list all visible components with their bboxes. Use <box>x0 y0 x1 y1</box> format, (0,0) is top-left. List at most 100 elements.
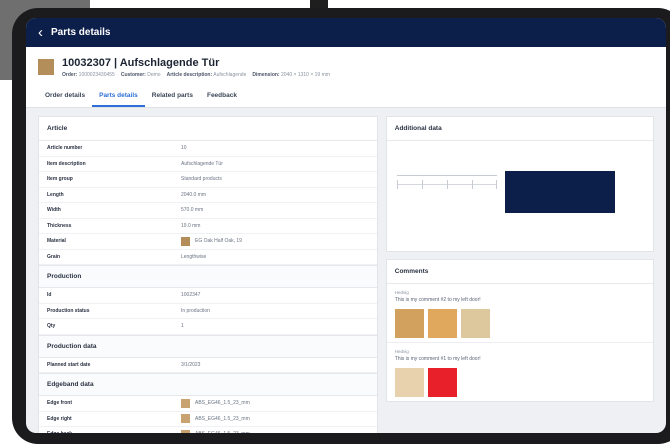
comment-image[interactable] <box>427 368 457 397</box>
meta-dimension: Dimension: 2040 × 1310 × 19 mm <box>252 72 330 78</box>
detail-value: ABS_EG46_1.5_23_mm <box>181 429 250 433</box>
comments-list: Hedvig This is my comment #2 to my left d… <box>386 284 653 401</box>
detail-value-text: 1002347 <box>181 292 201 299</box>
part-preview-panel[interactable] <box>504 171 615 213</box>
chevron-left-icon[interactable]: ‹ <box>38 25 43 40</box>
detail-row: Item description Aufschlagende Tür <box>39 157 377 172</box>
detail-value-text: Standard products <box>181 176 222 183</box>
production-section-title: Production <box>39 265 377 288</box>
detail-row: Grain Lengthwise <box>39 250 377 265</box>
comment-text: This is my comment #2 to my left door! <box>394 297 481 303</box>
detail-label: Edge front <box>47 400 72 407</box>
detail-value-text: 10 <box>181 145 187 152</box>
dimension-tick <box>421 180 423 189</box>
detail-row: Article number 10 <box>39 141 377 157</box>
tab-related-parts[interactable]: Related parts <box>145 88 200 107</box>
detail-row: Material EG Oak Half Oak, 19 <box>39 234 377 250</box>
detail-value: ABS_EG46_1.5_23_mm <box>181 398 250 408</box>
detail-label: Grain <box>47 253 61 260</box>
comment-author: Hedvig <box>394 290 409 295</box>
production-data-section-title: Production data <box>39 334 377 358</box>
detail-label: Production status <box>47 307 90 314</box>
part-header: 10032307 | Aufschlagende Tür Order: 1000… <box>26 47 666 108</box>
additional-data-title: Additional data <box>386 117 653 141</box>
part-title: 10032307 | Aufschlagende Tür <box>62 57 220 69</box>
detail-value-text: Aufschlagende Tür <box>181 160 223 167</box>
material-swatch <box>181 414 190 424</box>
material-swatch <box>181 236 190 246</box>
app-screen: ‹ Parts details 10032307 | Aufschlagende… <box>26 18 666 433</box>
detail-value: ABS_EG46_1.5_23_mm <box>181 414 250 424</box>
topbar-title: Parts details <box>51 27 111 38</box>
detail-value-text: ABS_EG46_1.5_23_mm <box>195 415 250 422</box>
detail-label: Article number <box>47 145 83 152</box>
detail-value-text: ABS_EG46_1.5_23_mm <box>195 400 250 407</box>
detail-value: Standard products <box>181 176 222 182</box>
detail-label: Qty <box>47 323 56 330</box>
article-section-title: Article <box>39 117 377 141</box>
detail-row: Edge back ABS_EG46_1.5_23_mm <box>39 427 377 433</box>
article-rows: Article number 10 Item description Aufschla… <box>39 141 377 265</box>
detail-row: Planned start date 3/1/2023 <box>39 358 377 373</box>
comment-image[interactable] <box>460 309 490 338</box>
comment-item: Hedvig This is my comment #2 to my left d… <box>387 284 653 342</box>
edgeband-section-title: Edgeband data <box>39 373 377 396</box>
detail-value-text: In production <box>181 307 210 314</box>
detail-label: Material <box>47 238 66 245</box>
production-data-rows: Planned start date 3/1/2023 <box>39 358 377 373</box>
meta-article-description: Article description: Aufschlagende <box>166 72 247 78</box>
tab-order-details[interactable]: Order details <box>38 88 92 107</box>
part-meta: Order: 1000023430455 Customer: Demo Arti… <box>62 72 330 78</box>
comment-images <box>394 368 645 397</box>
detail-row: Qty 1 <box>39 319 377 335</box>
detail-label: Planned start date <box>47 361 91 368</box>
app-topbar: ‹ Parts details <box>26 18 666 47</box>
detail-value: Lengthwise <box>181 254 206 260</box>
detail-label: Edge back <box>47 431 181 433</box>
detail-value: 2040.0 mm <box>181 192 206 198</box>
detail-value-text: 3/1/2023 <box>181 361 201 368</box>
detail-label: Item description <box>47 160 86 167</box>
detail-label: Width <box>47 207 61 214</box>
dimension-tick <box>471 180 473 189</box>
detail-label: Id <box>47 292 52 299</box>
main-content: Article Article number 10 Item description… <box>26 108 666 433</box>
comment-item: Hedvig This is my comment #1 to my left d… <box>386 342 653 401</box>
detail-value: 570.0 mm <box>181 207 203 213</box>
meta-order: Order: 1000023430455 <box>62 72 115 78</box>
comment-images <box>394 309 645 338</box>
detail-value-text: 570.0 mm <box>181 207 204 214</box>
detail-row: Id 1002347 <box>39 288 377 304</box>
comment-image[interactable] <box>394 309 424 338</box>
tab-feedback[interactable]: Feedback <box>200 88 244 107</box>
detail-value-text: Lengthwise <box>181 253 207 260</box>
detail-row: Width 570.0 mm <box>39 203 377 219</box>
detail-value: In production <box>181 308 210 314</box>
detail-value-text: 2040.0 mm <box>181 191 207 198</box>
detail-value: 3/1/2023 <box>181 362 200 368</box>
additional-data-body <box>387 141 653 251</box>
detail-label: Edge right <box>47 415 72 422</box>
detail-row: Length 2040.0 mm <box>39 188 377 203</box>
dimension-tick <box>446 180 448 189</box>
comments-title: Comments <box>386 260 653 284</box>
comment-image[interactable] <box>427 309 457 338</box>
detail-value-text: 1 <box>181 323 184 330</box>
detail-value: 19.0 mm <box>181 223 200 229</box>
tab-bar: Order details Parts details Related part… <box>38 88 654 107</box>
detail-value: EG Oak Half Oak, 19 <box>181 236 242 246</box>
detail-row: Production status In production <box>39 304 377 319</box>
comments-card: Comments Hedvig This is my comment #2 to … <box>385 259 654 402</box>
comment-image[interactable] <box>394 368 424 397</box>
comment-text: This is my comment #1 to my left door! <box>394 356 481 362</box>
additional-data-card: Additional data <box>385 116 654 252</box>
detail-value-text: EG Oak Half Oak, 19 <box>195 238 242 245</box>
detail-row: Edge right ABS_EG46_1.5_23_mm <box>39 412 377 427</box>
detail-row: Item group Standard products <box>39 172 377 188</box>
material-swatch <box>181 429 190 433</box>
tab-parts-details[interactable]: Parts details <box>92 88 145 107</box>
detail-value: 1002347 <box>181 292 200 298</box>
photo-stage: ‹ Parts details 10032307 | Aufschlagende… <box>0 0 670 446</box>
material-swatch <box>181 398 190 408</box>
part-drawing <box>396 175 497 215</box>
